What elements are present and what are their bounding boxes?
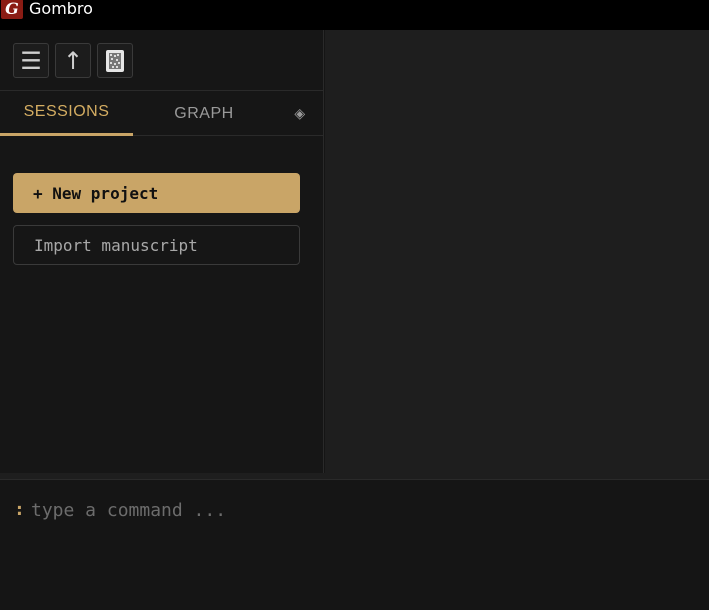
command-prompt: : [14,499,25,520]
new-project-button[interactable]: + New project [13,173,300,213]
hamburger-menu-icon: ☰ [20,46,42,75]
command-bar: : [0,481,709,610]
sidebar-toolbar: ☰ ↑ [13,43,133,78]
notebook-button[interactable] [97,43,133,78]
panel-divider [0,473,709,480]
tab-graph[interactable]: GRAPH [133,91,275,136]
tab-sessions[interactable]: SESSIONS [0,91,133,136]
sidebar: ☰ ↑ SESSIONS GRAPH ◈ + New project Impor… [0,30,324,473]
title-bar: G Gombro [0,0,709,30]
main-panel [325,30,709,473]
menu-button[interactable]: ☰ [13,43,49,78]
up-arrow-icon: ↑ [62,46,84,75]
diamond-icon[interactable]: ◈ [285,91,315,136]
upload-button[interactable]: ↑ [55,43,91,78]
notebook-icon [106,49,124,72]
command-input[interactable] [31,495,631,525]
app-title: Gombro [29,0,93,18]
app-logo-icon: G [1,0,23,19]
import-manuscript-button[interactable]: Import manuscript [13,225,300,265]
sidebar-tabs: SESSIONS GRAPH ◈ [0,91,324,136]
